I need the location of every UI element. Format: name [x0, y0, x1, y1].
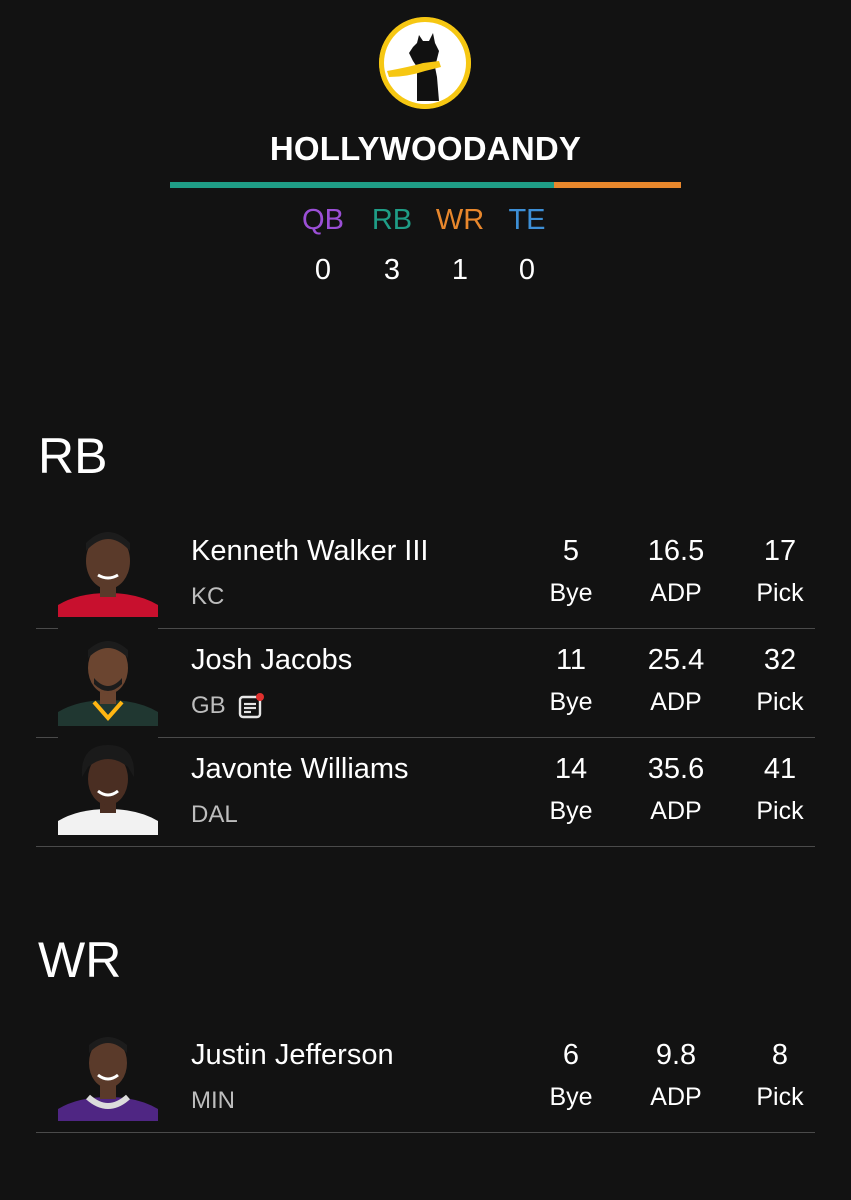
adp-label: ADP: [650, 579, 702, 607]
section-title-wr: WR: [38, 932, 122, 988]
player-adp: 35.6 ADP: [621, 749, 731, 829]
player-adp: 9.8 ADP: [621, 1035, 731, 1115]
adp-value: 35.6: [647, 753, 705, 785]
pick-label: Pick: [756, 688, 804, 716]
player-adp: 25.4 ADP: [621, 640, 731, 720]
player-bye: 11 Bye: [516, 640, 626, 720]
player-row[interactable]: Justin Jefferson MIN 6 Bye 9.8 ADP 8 Pic…: [36, 1023, 815, 1133]
player-pick: 32 Pick: [725, 640, 835, 720]
player-name: Javonte Williams: [191, 753, 409, 785]
pick-value: 41: [763, 753, 797, 785]
position-count-te: TE 0: [487, 200, 567, 290]
roster-bar-rb: [170, 182, 554, 188]
player-team-label: GB: [191, 692, 226, 719]
player-row[interactable]: Kenneth Walker III KC 5 Bye 16.5 ADP 17 …: [36, 519, 815, 629]
player-team: MIN: [191, 1083, 235, 1119]
pick-value: 17: [763, 535, 797, 567]
adp-label: ADP: [650, 797, 702, 825]
pick-label: Pick: [756, 579, 804, 607]
player-bye: 6 Bye: [516, 1035, 626, 1115]
position-count: 0: [314, 254, 332, 286]
player-team: KC: [191, 579, 224, 615]
player-name: Justin Jefferson: [191, 1039, 394, 1071]
player-pick: 8 Pick: [725, 1035, 835, 1115]
team-logo: [379, 17, 471, 109]
pick-value: 32: [763, 644, 797, 676]
player-team: GB: [191, 688, 264, 724]
player-name: Kenneth Walker III: [191, 535, 429, 567]
bye-value: 14: [554, 753, 588, 785]
player-pick: 17 Pick: [725, 531, 835, 611]
player-name: Josh Jacobs: [191, 644, 353, 676]
bye-value: 5: [562, 535, 580, 567]
player-avatar: [58, 737, 158, 835]
position-label: TE: [508, 204, 546, 236]
pick-label: Pick: [756, 1083, 804, 1111]
position-label: QB: [302, 204, 344, 236]
player-row[interactable]: Josh Jacobs GB 11 Bye 25.4 ADP 32 Pick: [36, 628, 815, 738]
player-pick: 41 Pick: [725, 749, 835, 829]
bye-label: Bye: [549, 579, 593, 607]
adp-label: ADP: [650, 1083, 702, 1111]
player-team-label: DAL: [191, 801, 238, 828]
position-count: 0: [518, 254, 536, 286]
bye-value: 6: [562, 1039, 580, 1071]
adp-value: 25.4: [647, 644, 705, 676]
news-icon[interactable]: [238, 693, 264, 719]
player-adp: 16.5 ADP: [621, 531, 731, 611]
player-row[interactable]: Javonte Williams DAL 14 Bye 35.6 ADP 41 …: [36, 737, 815, 847]
player-team: DAL: [191, 797, 238, 833]
bye-label: Bye: [549, 1083, 593, 1111]
position-count-qb: QB 0: [283, 200, 363, 290]
player-team-label: MIN: [191, 1087, 235, 1114]
pick-value: 8: [771, 1039, 789, 1071]
player-avatar: [58, 628, 158, 726]
roster-bar-wr: [554, 182, 681, 188]
bye-value: 11: [555, 644, 587, 676]
adp-value: 9.8: [655, 1039, 697, 1071]
bye-label: Bye: [549, 797, 593, 825]
player-avatar: [58, 1023, 158, 1121]
player-bye: 14 Bye: [516, 749, 626, 829]
team-name: HOLLYWOODANDY: [269, 130, 582, 167]
player-bye: 5 Bye: [516, 531, 626, 611]
section-title-rb: RB: [38, 428, 108, 484]
bye-label: Bye: [549, 688, 593, 716]
player-team-label: KC: [191, 583, 225, 610]
team-header: HOLLYWOODANDY QB 0 RB 3 WR 1 TE 0: [0, 0, 851, 300]
adp-value: 16.5: [647, 535, 705, 567]
adp-label: ADP: [650, 688, 702, 716]
pick-label: Pick: [756, 797, 804, 825]
player-avatar: [58, 519, 158, 617]
